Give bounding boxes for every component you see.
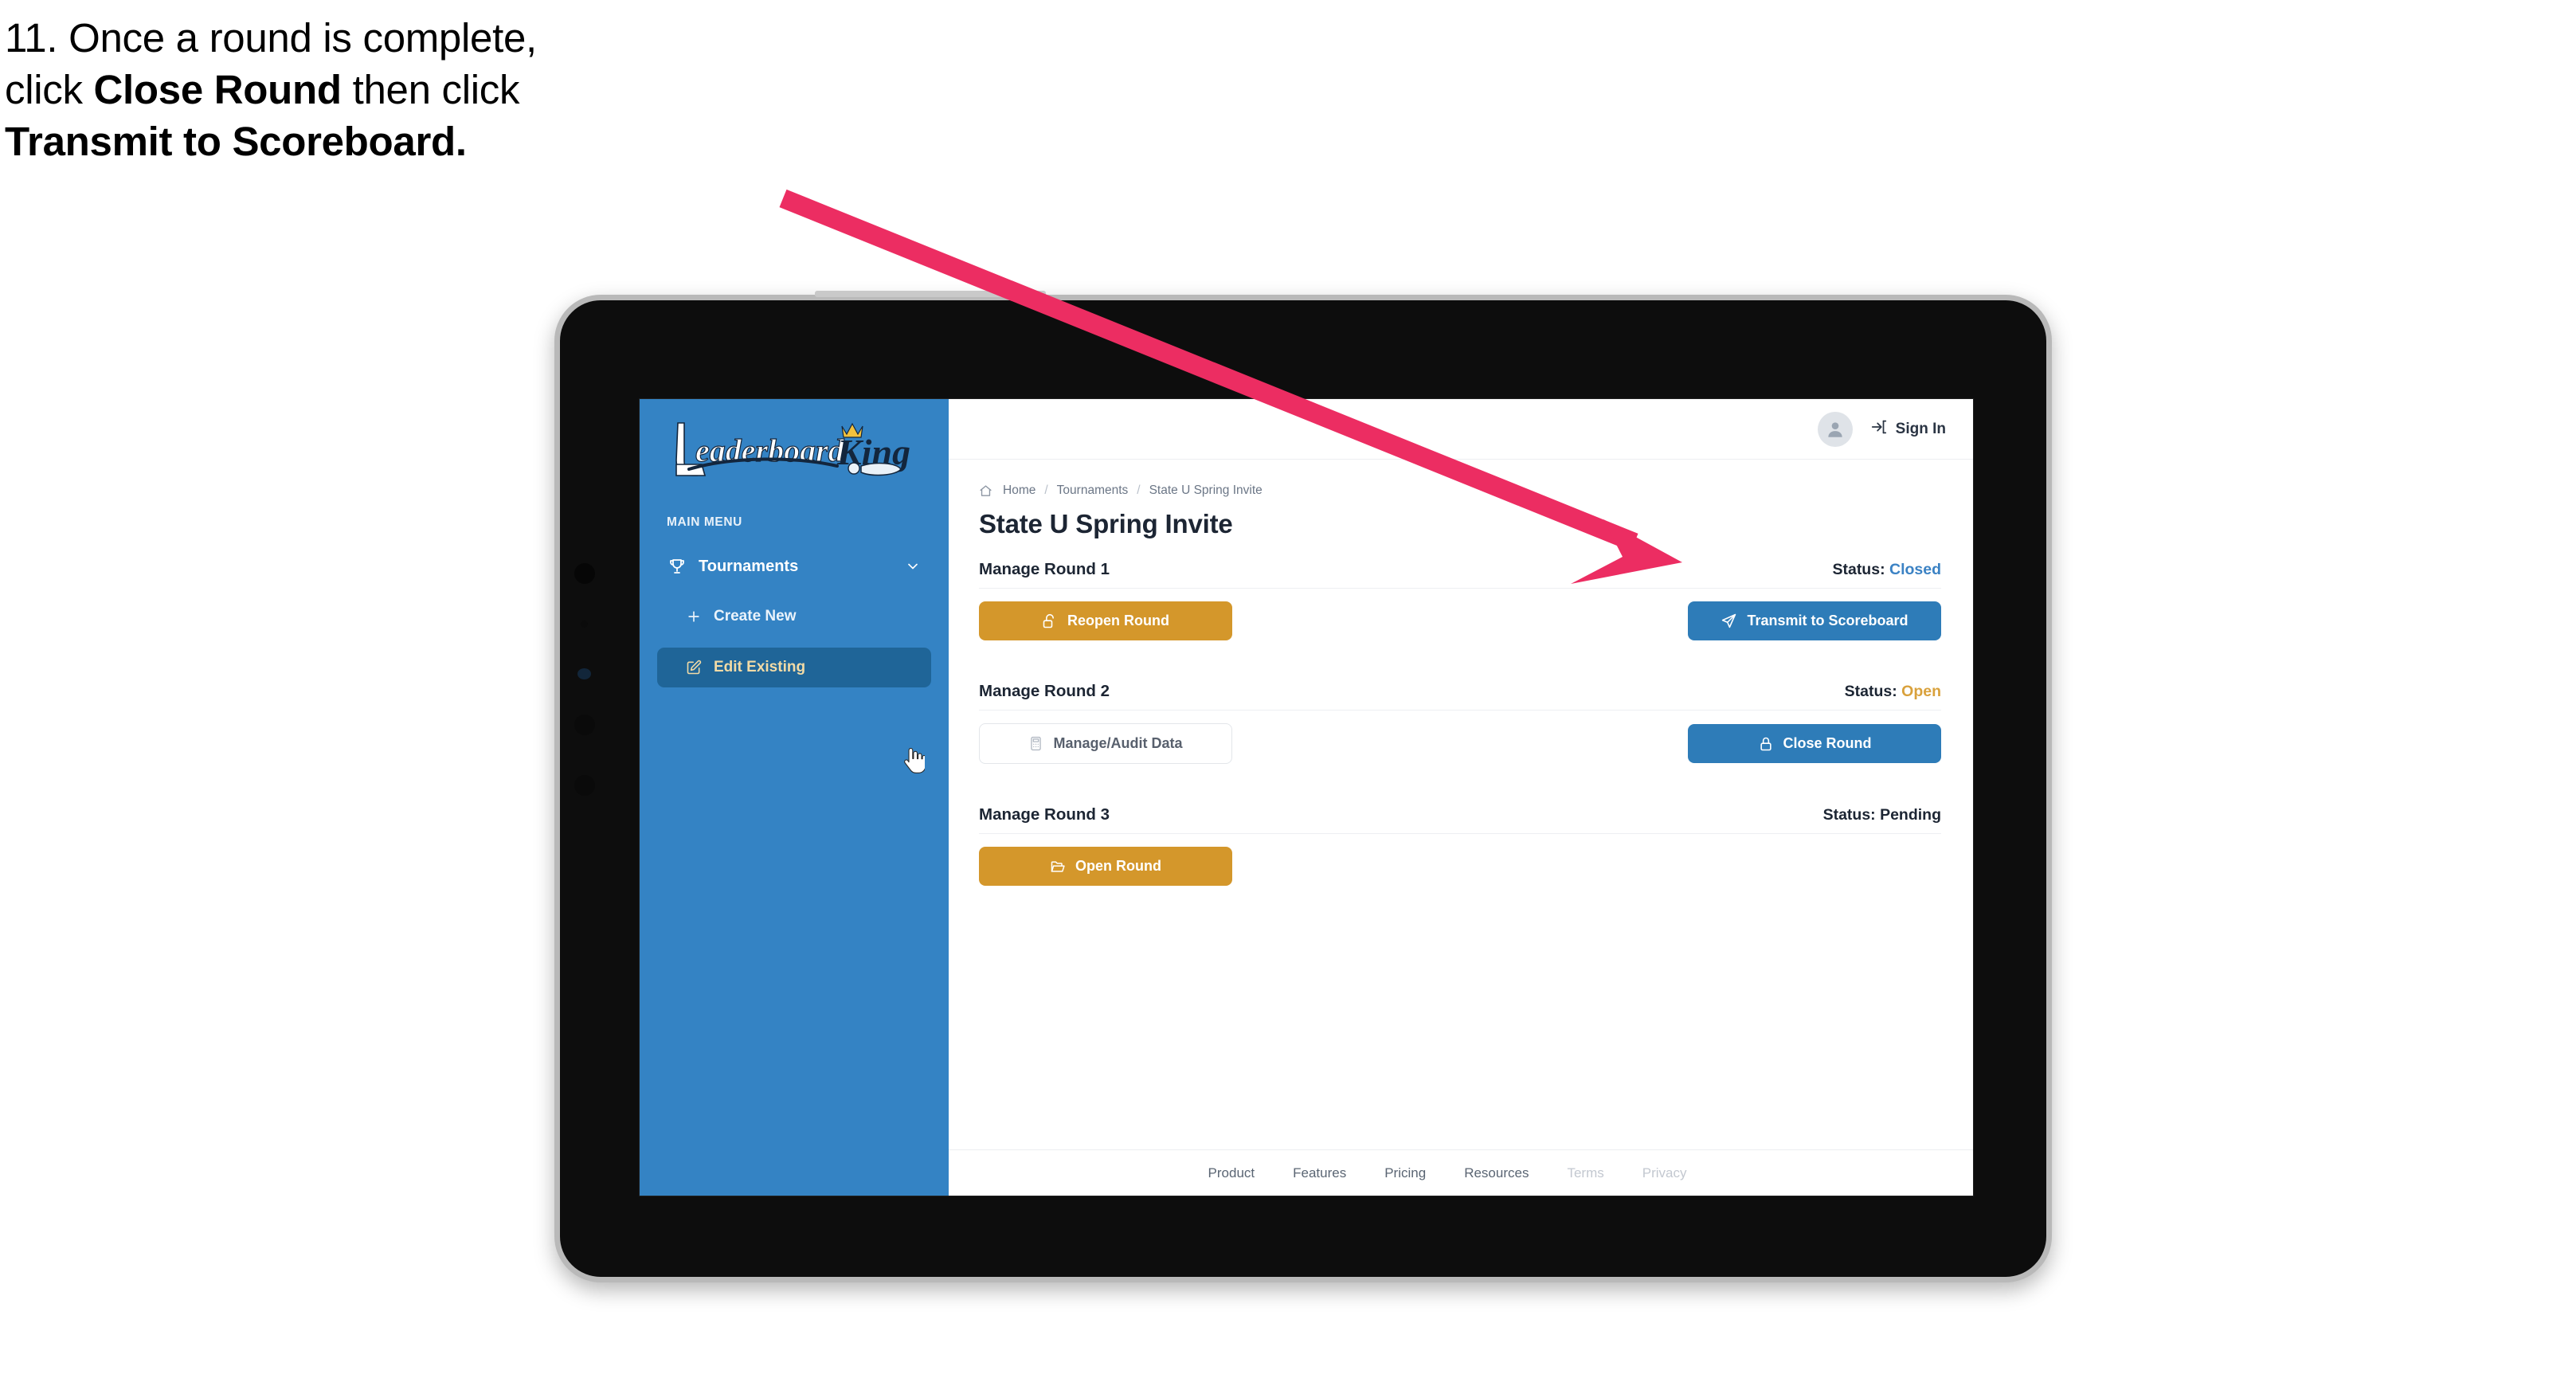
unlock-icon (1042, 613, 1058, 629)
screenshot-stage: 11. Once a round is complete, click Clos… (0, 0, 2576, 1386)
round-3-status: Status: Pending (1823, 806, 1941, 824)
round-2-header: Manage Round 2 Status: Open (979, 682, 1941, 711)
page-body: Home / Tournaments / State U Spring Invi… (949, 460, 1973, 1149)
tablet-sensor (581, 621, 588, 628)
transmit-to-scoreboard-button[interactable]: Transmit to Scoreboard (1688, 601, 1941, 640)
caption-emphasis-transmit: Transmit to Scoreboard. (5, 119, 467, 164)
tablet-device-frame: eaderboard King MAIN MENU Tournaments Cr… (554, 291, 2052, 1282)
round-2-status-value: Open (1901, 683, 1941, 700)
sidebar-item-edit-existing-label: Edit Existing (714, 659, 806, 675)
app-sidebar: eaderboard King MAIN MENU Tournaments Cr… (640, 399, 949, 1196)
breadcrumb-separator: / (1137, 484, 1141, 497)
trophy-icon (667, 556, 687, 577)
round-3-actions: Open Round (979, 847, 1941, 886)
tablet-indicator-led (577, 668, 591, 679)
footer-link-resources[interactable]: Resources (1464, 1165, 1529, 1181)
breadcrumb-item-current: State U Spring Invite (1149, 484, 1263, 497)
tablet-volume-up-button[interactable] (574, 715, 595, 735)
round-section-3: Manage Round 3 Status: Pending Open Roun… (979, 805, 1941, 886)
open-folder-icon (1050, 859, 1066, 875)
reopen-round-label: Reopen Round (1067, 613, 1169, 628)
round-3-header: Manage Round 3 Status: Pending (979, 805, 1941, 834)
round-section-2: Manage Round 2 Status: Open Manage/Audit… (979, 682, 1941, 764)
breadcrumb-item-tournaments[interactable]: Tournaments (1057, 484, 1129, 498)
sign-in-arrow-icon (1870, 418, 1888, 440)
sidebar-item-tournaments[interactable]: Tournaments (657, 547, 931, 585)
round-2-status: Status: Open (1845, 683, 1941, 701)
open-round-label: Open Round (1075, 858, 1161, 874)
tablet-screen: eaderboard King MAIN MENU Tournaments Cr… (640, 399, 1973, 1196)
footer-link-product[interactable]: Product (1208, 1165, 1255, 1181)
round-1-header: Manage Round 1 Status: Closed (979, 560, 1941, 589)
home-icon[interactable] (979, 484, 992, 498)
round-section-1: Manage Round 1 Status: Closed Reopen Rou… (979, 560, 1941, 640)
sidebar-section-label: MAIN MENU (667, 515, 742, 529)
user-avatar-icon[interactable] (1817, 411, 1853, 447)
mouse-pointer-hand-cursor (904, 748, 925, 773)
footer-link-privacy[interactable]: Privacy (1642, 1165, 1687, 1181)
edit-icon (684, 658, 703, 677)
caption-line-3: Transmit to Scoreboard. (5, 121, 849, 162)
tablet-top-speaker (815, 291, 1046, 297)
round-1-actions: Reopen Round Transmit to Scoreboard (979, 601, 1941, 640)
round-2-status-label: Status: (1844, 683, 1897, 700)
chevron-down-icon[interactable] (904, 558, 922, 575)
paper-plane-icon (1721, 613, 1737, 629)
caption-line-2: click Close Round then click (5, 69, 849, 110)
plus-icon (684, 607, 703, 626)
caption-line-1: 11. Once a round is complete, (5, 15, 537, 61)
app-logo[interactable]: eaderboard King (640, 399, 949, 484)
sidebar-item-create-new[interactable]: Create New (657, 597, 931, 636)
round-1-name: Manage Round 1 (979, 560, 1110, 578)
breadcrumb: Home / Tournaments / State U Spring Invi… (979, 484, 1941, 498)
tablet-volume-down-button[interactable] (574, 775, 595, 796)
round-2-actions: Manage/Audit Data Close Round (979, 723, 1941, 764)
close-round-button[interactable]: Close Round (1688, 724, 1941, 763)
round-3-name: Manage Round 3 (979, 805, 1110, 824)
round-1-status: Status: Closed (1832, 561, 1941, 579)
instruction-caption: 11. Once a round is complete, click Clos… (5, 18, 849, 173)
sidebar-item-tournaments-label: Tournaments (699, 557, 799, 575)
sidebar-item-create-new-label: Create New (714, 608, 797, 624)
reopen-round-button[interactable]: Reopen Round (979, 601, 1232, 640)
sign-in-button[interactable]: Sign In (1870, 418, 1946, 440)
round-1-status-label: Status: (1832, 561, 1885, 578)
breadcrumb-separator: / (1044, 484, 1048, 497)
round-3-status-label: Status: (1822, 806, 1876, 824)
transmit-to-scoreboard-label: Transmit to Scoreboard (1747, 613, 1909, 628)
round-1-status-value: Closed (1889, 561, 1941, 578)
caption-line-2-suffix: then click (341, 67, 520, 112)
caption-emphasis-close-round: Close Round (93, 67, 343, 112)
sidebar-item-edit-existing[interactable]: Edit Existing (657, 648, 931, 687)
footer-link-pricing[interactable]: Pricing (1384, 1165, 1426, 1181)
calculator-icon (1028, 736, 1043, 751)
manage-audit-data-label: Manage/Audit Data (1053, 735, 1183, 751)
leaderboard-king-logo-icon: eaderboard King (675, 422, 910, 476)
app-footer: Product Features Pricing Resources Terms… (949, 1149, 1973, 1196)
round-3-status-value: Pending (1880, 806, 1941, 824)
breadcrumb-item-home[interactable]: Home (1003, 484, 1035, 498)
page-title: State U Spring Invite (979, 509, 1233, 538)
app-topbar: Sign In (949, 399, 1973, 460)
footer-link-features[interactable]: Features (1293, 1165, 1346, 1181)
sign-in-label: Sign In (1895, 420, 1946, 437)
round-2-name: Manage Round 2 (979, 682, 1110, 700)
caption-line-2-prefix: click (5, 67, 94, 112)
open-round-button[interactable]: Open Round (979, 847, 1232, 886)
footer-link-terms[interactable]: Terms (1567, 1165, 1603, 1181)
close-round-label: Close Round (1783, 735, 1872, 751)
manage-audit-data-button[interactable]: Manage/Audit Data (979, 723, 1232, 764)
app-main-content: Sign In Home / Tournaments / State U Spr… (949, 399, 1973, 1196)
tablet-camera (574, 563, 595, 584)
lock-icon (1758, 736, 1774, 752)
